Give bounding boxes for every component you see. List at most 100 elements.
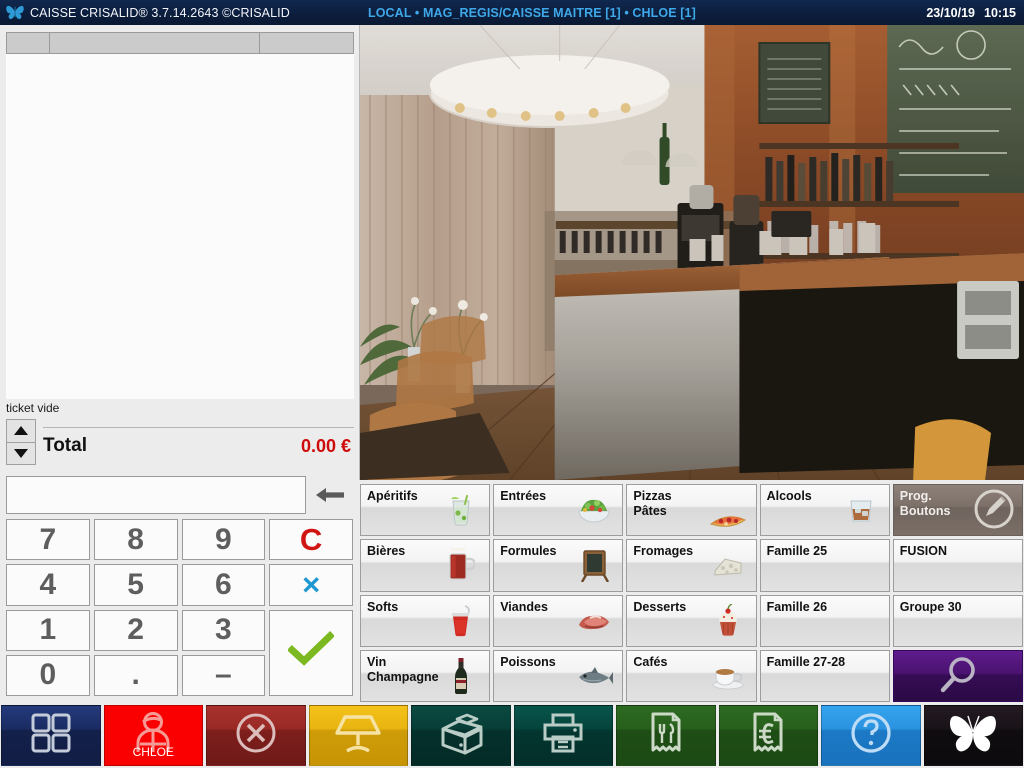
category-label: Formules	[500, 544, 557, 559]
ticket-table-header	[6, 32, 354, 54]
key-2[interactable]: 2	[93, 609, 178, 651]
key-0[interactable]: 0	[6, 654, 90, 696]
pencil-edit-icon	[972, 487, 1016, 531]
category-famille-27-28[interactable]: Famille 27-28	[759, 649, 890, 702]
table-lamp-icon	[333, 711, 383, 760]
category-bieres[interactable]: Bières	[360, 539, 491, 592]
backspace-button[interactable]	[306, 476, 353, 514]
category-alcools[interactable]: Alcools	[759, 484, 890, 537]
cancel-circle-icon	[234, 711, 278, 760]
category-label: Entrées	[500, 489, 547, 503]
key-clear[interactable]: C	[269, 519, 353, 561]
ticket-column-price	[259, 33, 353, 53]
category-label: Fromages	[633, 544, 694, 559]
ticket-panel: ticket vide Total 0.00 €	[0, 25, 359, 470]
butterfly-icon	[0, 0, 30, 25]
category-aperitifs[interactable]: Apéritifs	[360, 484, 491, 537]
beer-mug-icon	[439, 544, 483, 586]
magnifier-icon	[931, 654, 985, 698]
ticket-scroll-spinner[interactable]	[6, 419, 36, 465]
bottom-toolbar: CHLOE	[0, 704, 1024, 768]
toolbar-tables[interactable]	[308, 705, 408, 766]
ticket-column-designation	[49, 33, 259, 53]
cheese-icon	[706, 544, 750, 586]
clock-area: 23/10/19 10:15	[926, 0, 1016, 25]
toolbar-print[interactable]	[513, 705, 613, 766]
toolbar-apps[interactable]	[1, 705, 101, 766]
category-label: Viandes	[500, 599, 548, 614]
butterfly-icon	[947, 712, 999, 759]
keypad-input-row	[6, 475, 353, 515]
category-label: Bières	[367, 544, 406, 559]
ticket-column-qty	[7, 33, 49, 53]
toolbar-cancel[interactable]	[206, 705, 306, 766]
category-label: Alcools	[766, 489, 812, 503]
category-entrees[interactable]: Entrées	[493, 484, 624, 537]
toolbar-drawer[interactable]	[411, 705, 511, 766]
total-row: Total 0.00 €	[6, 419, 354, 465]
category-label: Desserts	[633, 599, 687, 614]
category-pizzas-pates[interactable]: Pizzas Pâtes	[626, 484, 757, 537]
category-desserts[interactable]: Desserts	[626, 594, 757, 647]
key-7[interactable]: 7	[6, 519, 90, 561]
key-8[interactable]: 8	[93, 519, 178, 561]
category-prog-boutons[interactable]: Prog. Boutons	[892, 484, 1023, 537]
category-label: Groupe 30	[899, 599, 962, 614]
ticket-empty-label: ticket vide	[6, 401, 60, 415]
category-viandes[interactable]: Viandes	[493, 594, 624, 647]
category-famille-26[interactable]: Famille 26	[759, 594, 890, 647]
category-label: Famille 26	[766, 599, 828, 614]
key-4[interactable]: 4	[6, 564, 90, 606]
key-validate[interactable]	[269, 609, 353, 696]
category-label: Famille 25	[766, 544, 828, 559]
pos-application: CAISSE CRISALID® 3.7.14.2643 ©CRISALID L…	[0, 0, 1024, 768]
toolbar-bill[interactable]	[718, 705, 818, 766]
toolbar-logo[interactable]	[923, 705, 1023, 766]
total-value: 0.00 €	[300, 435, 351, 456]
cash-drawer-icon	[437, 711, 485, 760]
category-famille-25[interactable]: Famille 25	[759, 539, 890, 592]
category-label: Softs	[367, 599, 399, 614]
key-decimal[interactable]: .	[93, 654, 178, 696]
category-poissons[interactable]: Poissons	[493, 649, 624, 702]
key-minus[interactable]: –	[181, 654, 266, 696]
scroll-up-button[interactable]	[6, 419, 36, 443]
fish-icon	[572, 655, 616, 697]
category-label: Apéritifs	[367, 489, 418, 503]
scroll-down-button[interactable]	[6, 442, 36, 465]
category-search[interactable]	[892, 649, 1023, 702]
coffee-cup-icon	[706, 655, 750, 697]
category-fromages[interactable]: Fromages	[626, 539, 757, 592]
chalkboard-icon	[572, 544, 616, 586]
meat-icon	[572, 600, 616, 642]
key-6[interactable]: 6	[181, 564, 266, 606]
toolbar-order[interactable]	[616, 705, 716, 766]
checkmark-icon	[287, 630, 336, 675]
toolbar-user[interactable]: CHLOE	[103, 705, 203, 766]
key-1[interactable]: 1	[6, 609, 90, 651]
current-time: 10:15	[984, 5, 1016, 20]
category-button-grid: Apéritifs Entrées Pizzas Pâtes Alcools P…	[359, 484, 1024, 702]
key-5[interactable]: 5	[93, 564, 178, 606]
category-vin-champagne[interactable]: Vin Champagne	[360, 649, 491, 702]
category-fusion[interactable]: FUSION	[892, 539, 1023, 592]
category-groupe-30[interactable]: Groupe 30	[892, 594, 1023, 647]
category-formules[interactable]: Formules	[493, 539, 624, 592]
photo-illustration	[360, 25, 1024, 480]
question-circle-icon	[848, 710, 894, 761]
category-label: Prog. Boutons	[899, 489, 951, 518]
toolbar-help[interactable]	[821, 705, 921, 766]
ticket-lines-list[interactable]	[6, 54, 354, 399]
key-3[interactable]: 3	[181, 609, 266, 651]
total-display: Total 0.00 €	[43, 419, 354, 465]
category-cafes[interactable]: Cafés	[626, 649, 757, 702]
category-softs[interactable]: Softs	[360, 594, 491, 647]
title-bar: CAISSE CRISALID® 3.7.14.2643 ©CRISALID L…	[0, 0, 1024, 25]
soda-cup-icon	[439, 600, 483, 642]
keypad-input[interactable]	[6, 476, 306, 514]
key-multiply[interactable]: ×	[269, 564, 353, 606]
key-9[interactable]: 9	[181, 519, 266, 561]
grid-squares-icon	[29, 711, 73, 760]
category-label: Poissons	[500, 654, 556, 669]
session-info: LOCAL • MAG_REGIS/CAISSE MAITRE [1] • CH…	[368, 5, 696, 20]
